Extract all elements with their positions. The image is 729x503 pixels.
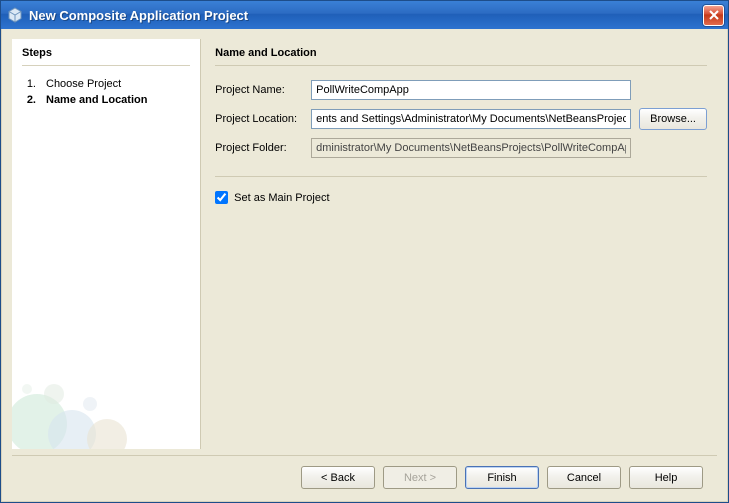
window-title: New Composite Application Project — [29, 8, 703, 23]
project-name-input[interactable] — [311, 80, 631, 100]
set-main-row: Set as Main Project — [215, 191, 707, 204]
form-row-project-name: Project Name: — [215, 80, 707, 100]
close-button[interactable] — [703, 5, 724, 26]
next-button: Next > — [383, 466, 457, 489]
form-row-project-folder: Project Folder: — [215, 138, 707, 158]
project-location-label: Project Location: — [215, 113, 311, 125]
content-heading: Name and Location — [215, 47, 707, 66]
finish-button[interactable]: Finish — [465, 466, 539, 489]
button-bar: < Back Next > Finish Cancel Help — [12, 455, 717, 501]
browse-button[interactable]: Browse... — [639, 108, 707, 130]
project-name-label: Project Name: — [215, 84, 311, 96]
step-number: 2. — [22, 94, 36, 106]
set-main-checkbox[interactable] — [215, 191, 228, 204]
dialog-body: Steps 1. Choose Project 2. Name and Loca… — [1, 29, 728, 502]
step-item: 1. Choose Project — [22, 76, 190, 92]
titlebar[interactable]: New Composite Application Project — [1, 1, 728, 29]
form-row-project-location: Project Location: Browse... — [215, 108, 707, 130]
content-panel: Name and Location Project Name: Project … — [201, 39, 717, 449]
separator — [215, 176, 707, 177]
project-folder-label: Project Folder: — [215, 142, 311, 154]
step-item: 2. Name and Location — [22, 92, 190, 108]
steps-heading: Steps — [22, 47, 190, 66]
main-area: Steps 1. Choose Project 2. Name and Loca… — [2, 29, 727, 449]
step-number: 1. — [22, 78, 36, 90]
step-label: Choose Project — [46, 78, 121, 90]
cancel-button[interactable]: Cancel — [547, 466, 621, 489]
help-button[interactable]: Help — [629, 466, 703, 489]
step-label: Name and Location — [46, 94, 147, 106]
app-icon — [7, 7, 23, 23]
steps-sidebar: Steps 1. Choose Project 2. Name and Loca… — [12, 39, 201, 449]
project-folder-input — [311, 138, 631, 158]
decorative-bubbles-icon — [12, 309, 200, 449]
dialog-window: New Composite Application Project Steps … — [0, 0, 729, 503]
set-main-label: Set as Main Project — [234, 192, 329, 204]
back-button[interactable]: < Back — [301, 466, 375, 489]
project-location-input[interactable] — [311, 109, 631, 129]
